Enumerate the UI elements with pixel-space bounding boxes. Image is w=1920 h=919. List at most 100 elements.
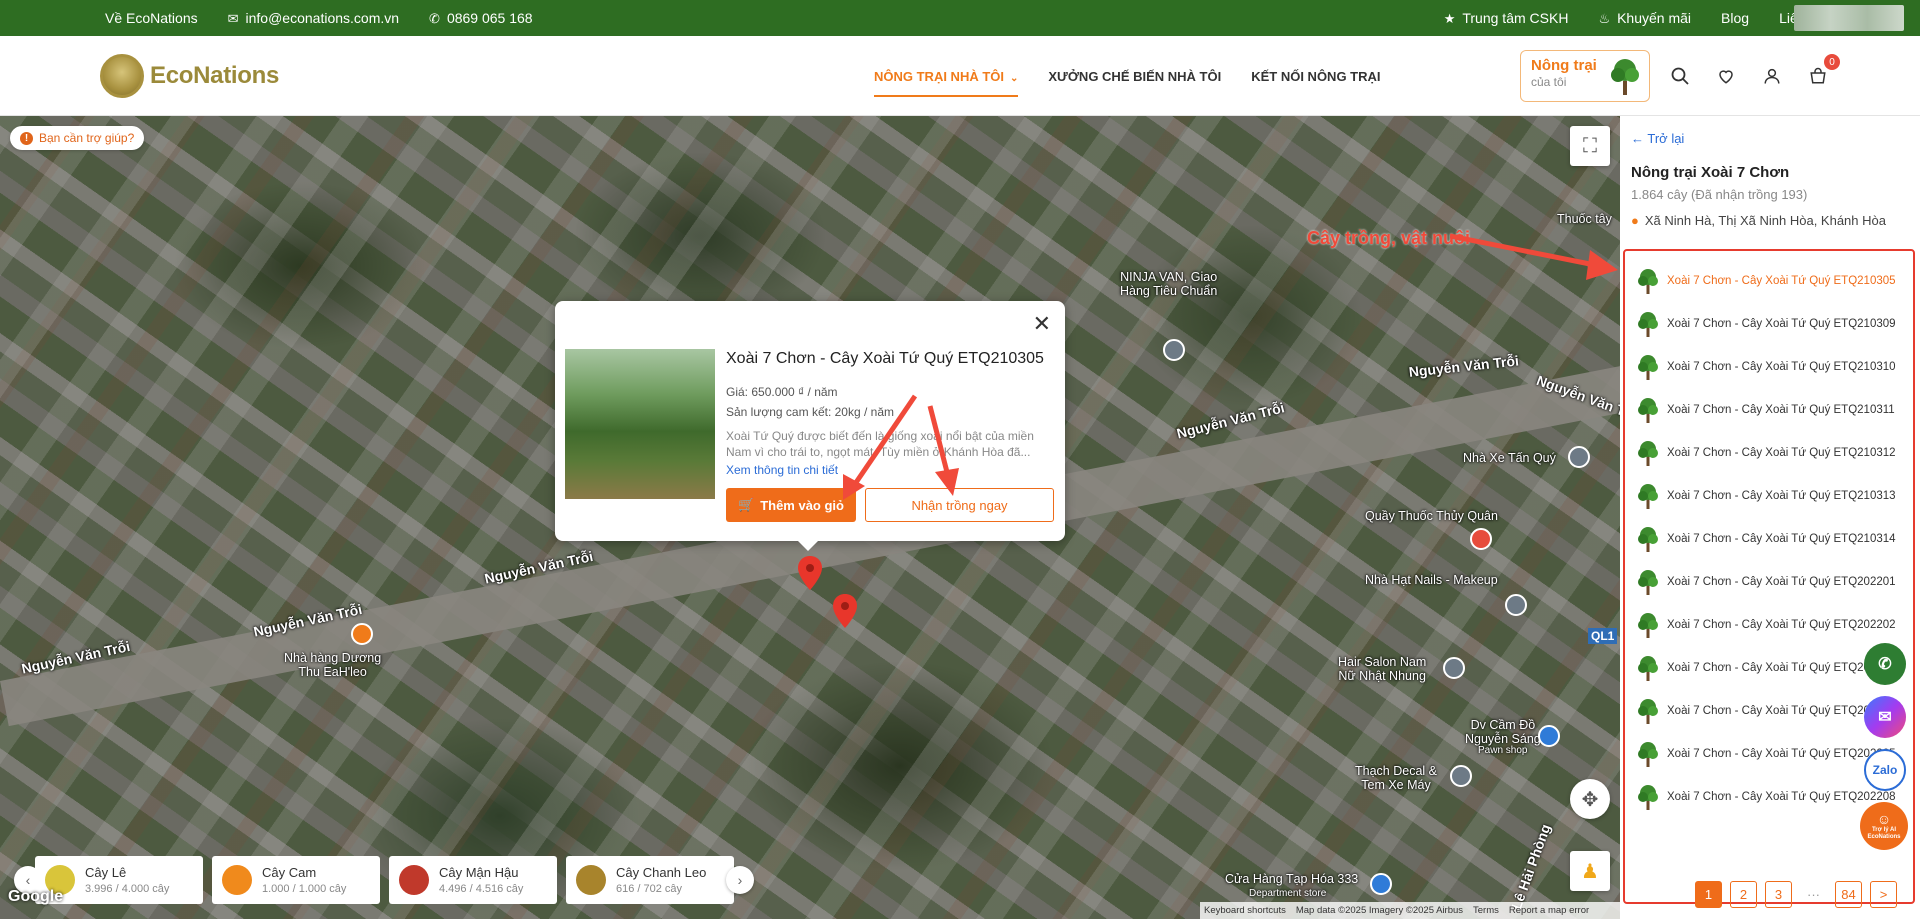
zalo-button[interactable]: Zalo xyxy=(1864,749,1906,791)
back-text: Trở lại xyxy=(1647,131,1685,146)
next-page-button[interactable]: > xyxy=(1870,881,1897,908)
tree-item-label: Xoài 7 Chơn - Cây Xoài Tứ Quý ETQ210313 xyxy=(1667,489,1896,502)
phone-link[interactable]: ✆ 0869 065 168 xyxy=(429,10,533,26)
farm-marker-icon[interactable] xyxy=(833,594,857,628)
phone-icon: ✆ xyxy=(429,10,440,26)
support-text: Trung tâm CSKH xyxy=(1462,10,1569,26)
promo-link[interactable]: ♨ Khuyến mãi xyxy=(1598,10,1691,26)
logo-mark xyxy=(100,54,144,98)
add-to-cart-label: Thêm vào giỏ xyxy=(760,497,844,513)
tree-list-item[interactable]: Xoài 7 Chơn - Cây Xoài Tứ Quý ETQ210305 xyxy=(1637,263,1907,299)
mail-icon: ✉ xyxy=(227,10,239,26)
page-2[interactable]: 2 xyxy=(1730,881,1757,908)
tree-list-item[interactable]: Xoài 7 Chơn - Cây Xoài Tứ Quý ETQ202202 xyxy=(1637,607,1907,643)
tree-item-label: Xoài 7 Chơn - Cây Xoài Tứ Quý ETQ202204 xyxy=(1667,704,1896,717)
help-button[interactable]: ! Bạn cần trợ giúp? xyxy=(10,126,145,150)
logo[interactable]: EcoNations xyxy=(100,54,279,98)
satellite-map[interactable]: Nguyễn Văn Trỗi Nguyễn Văn Trỗi Nguyễn V… xyxy=(0,116,1620,919)
product-popup: ✕ Xoài 7 Chơn - Cây Xoài Tứ Quý ETQ21030… xyxy=(555,301,1065,551)
tree-item-label: Xoài 7 Chơn - Cây Xoài Tứ Quý ETQ202208 xyxy=(1667,790,1896,803)
nav-farm-connect[interactable]: KẾT NỐI NÔNG TRẠI xyxy=(1251,69,1380,84)
search-icon[interactable] xyxy=(1668,64,1692,88)
tree-item-label: Xoài 7 Chơn - Cây Xoài Tứ Quý ETQ210309 xyxy=(1667,317,1896,330)
nav-my-farm-label: NÔNG TRẠI NHÀ TÔI xyxy=(874,68,1004,84)
close-icon[interactable]: ✕ xyxy=(1033,311,1051,337)
keyboard-shortcuts-link[interactable]: Keyboard shortcuts xyxy=(1204,905,1286,916)
heart-icon[interactable] xyxy=(1714,64,1738,88)
page-ellipsis: ··· xyxy=(1807,887,1820,902)
street-view-button[interactable]: ♟ xyxy=(1570,851,1610,891)
tree-icon xyxy=(1638,699,1658,724)
place-pin-icon[interactable] xyxy=(1443,657,1465,679)
tree-list-item[interactable]: Xoài 7 Chơn - Cây Xoài Tứ Quý ETQ210309 xyxy=(1637,306,1907,342)
place-label: Hair Salon Nam Nữ Nhật Nhung xyxy=(1338,655,1427,683)
support-link[interactable]: ★ Trung tâm CSKH xyxy=(1444,10,1569,26)
pegman-icon: ♟ xyxy=(1581,860,1599,883)
place-label: Nhà Hạt Nails - Makeup xyxy=(1365,573,1498,587)
place-label: Department store xyxy=(1249,888,1327,899)
tree-item-label: Xoài 7 Chơn - Cây Xoài Tứ Quý ETQ210314 xyxy=(1667,532,1896,545)
store-pin-icon[interactable] xyxy=(1370,873,1392,895)
user-icon[interactable] xyxy=(1760,64,1784,88)
pharmacy-pin-icon[interactable] xyxy=(1470,528,1492,550)
place-pin-icon[interactable] xyxy=(1568,446,1590,468)
phone-text: 0869 065 168 xyxy=(446,10,533,26)
tree-list-item[interactable]: Xoài 7 Chơn - Cây Xoài Tứ Quý ETQ210313 xyxy=(1637,478,1907,514)
place-label: Pawn shop xyxy=(1478,745,1528,756)
tree-icon xyxy=(1611,59,1639,95)
place-label: Nhà Xe Tấn Quý xyxy=(1463,451,1556,465)
tree-list-item[interactable]: Xoài 7 Chơn - Cây Xoài Tứ Quý ETQ202201 xyxy=(1637,564,1907,600)
map-footer: Keyboard shortcuts Map data ©2025 Imager… xyxy=(1200,902,1620,919)
orange-icon xyxy=(222,865,252,895)
farm-marker-icon[interactable] xyxy=(798,556,822,590)
place-pin-icon[interactable] xyxy=(1163,339,1185,361)
messenger-button[interactable]: ✉ xyxy=(1864,696,1906,738)
place-pin-icon[interactable] xyxy=(1505,594,1527,616)
details-link[interactable]: Xem thông tin chi tiết xyxy=(726,463,838,477)
tree-list-item[interactable]: Xoài 7 Chơn - Cây Xoài Tứ Quý ETQ210314 xyxy=(1637,521,1907,557)
email-link[interactable]: ✉ info@econations.com.vn xyxy=(228,10,399,26)
page-1[interactable]: 1 xyxy=(1695,881,1722,908)
tree-list-item[interactable]: Xoài 7 Chơn - Cây Xoài Tứ Quý ETQ210310 xyxy=(1637,349,1907,385)
place-pin-icon[interactable] xyxy=(1450,765,1472,787)
ai-assistant-button[interactable]: ☺ Trợ lý AI EcoNations xyxy=(1860,802,1908,850)
crop-card[interactable]: Cây Mận Hậu 4.496 / 4.516 cây xyxy=(389,856,557,904)
phone-call-button[interactable]: ✆ xyxy=(1864,643,1906,685)
about-link[interactable]: Về EcoNations xyxy=(105,10,198,26)
fullscreen-button[interactable]: ⛶ xyxy=(1570,126,1610,166)
cart-count-badge: 0 xyxy=(1824,54,1840,70)
restaurant-pin-icon[interactable] xyxy=(351,623,373,645)
top-bar: Về EcoNations ✉ info@econations.com.vn ✆ 0… xyxy=(0,0,1920,36)
tree-icon xyxy=(1638,527,1658,552)
cart-icon[interactable]: 0 xyxy=(1806,54,1840,88)
tree-icon xyxy=(1638,441,1658,466)
google-logo: Google xyxy=(8,888,64,905)
tree-icon xyxy=(1638,398,1658,423)
annotation-arrows-icon xyxy=(843,394,959,500)
pawnshop-pin-icon[interactable] xyxy=(1538,725,1560,747)
crop-count: 616 / 702 cây xyxy=(616,883,683,895)
back-link[interactable]: ← Trở lại xyxy=(1631,131,1684,146)
star-icon: ★ xyxy=(1443,10,1456,26)
nav-my-farm[interactable]: NÔNG TRẠI NHÀ TÔI ⌄ xyxy=(874,68,1019,97)
tree-icon xyxy=(1638,484,1658,509)
tree-item-label: Xoài 7 Chơn - Cây Xoài Tứ Quý ETQ202201 xyxy=(1667,575,1896,588)
farm-address: ● Xã Ninh Hà, Thị Xã Ninh Hòa, Khánh Hòa xyxy=(1631,213,1886,228)
crop-card[interactable]: Cây Chanh Leo 616 / 702 cây xyxy=(566,856,734,904)
crop-card[interactable]: Cây Cam 1.000 / 1.000 cây xyxy=(212,856,380,904)
report-error-link[interactable]: Report a map error xyxy=(1509,905,1589,916)
farm-name: Nông trại Xoài 7 Chơn xyxy=(1631,164,1790,181)
carousel-next-button[interactable]: › xyxy=(726,866,754,894)
terms-link[interactable]: Terms xyxy=(1473,905,1499,916)
my-farm-button[interactable]: Nông trại của tôi xyxy=(1520,50,1650,102)
page-3[interactable]: 3 xyxy=(1765,881,1792,908)
page-84[interactable]: 84 xyxy=(1835,881,1862,908)
blog-link[interactable]: Blog xyxy=(1721,10,1749,26)
farm-count: 1.864 cây (Đã nhận trồng 193) xyxy=(1631,187,1808,202)
nav-my-factory[interactable]: XƯỞNG CHẾ BIẾN NHÀ TÔI xyxy=(1048,69,1221,84)
map-pan-control[interactable]: ✥ xyxy=(1570,779,1610,819)
tree-item-label: Xoài 7 Chơn - Cây Xoài Tứ Quý ETQ210311 xyxy=(1667,403,1895,416)
passionfruit-icon xyxy=(576,865,606,895)
tree-list-item[interactable]: Xoài 7 Chơn - Cây Xoài Tứ Quý ETQ210312 xyxy=(1637,435,1907,471)
tree-list-item[interactable]: Xoài 7 Chơn - Cây Xoài Tứ Quý ETQ210311 xyxy=(1637,392,1907,428)
